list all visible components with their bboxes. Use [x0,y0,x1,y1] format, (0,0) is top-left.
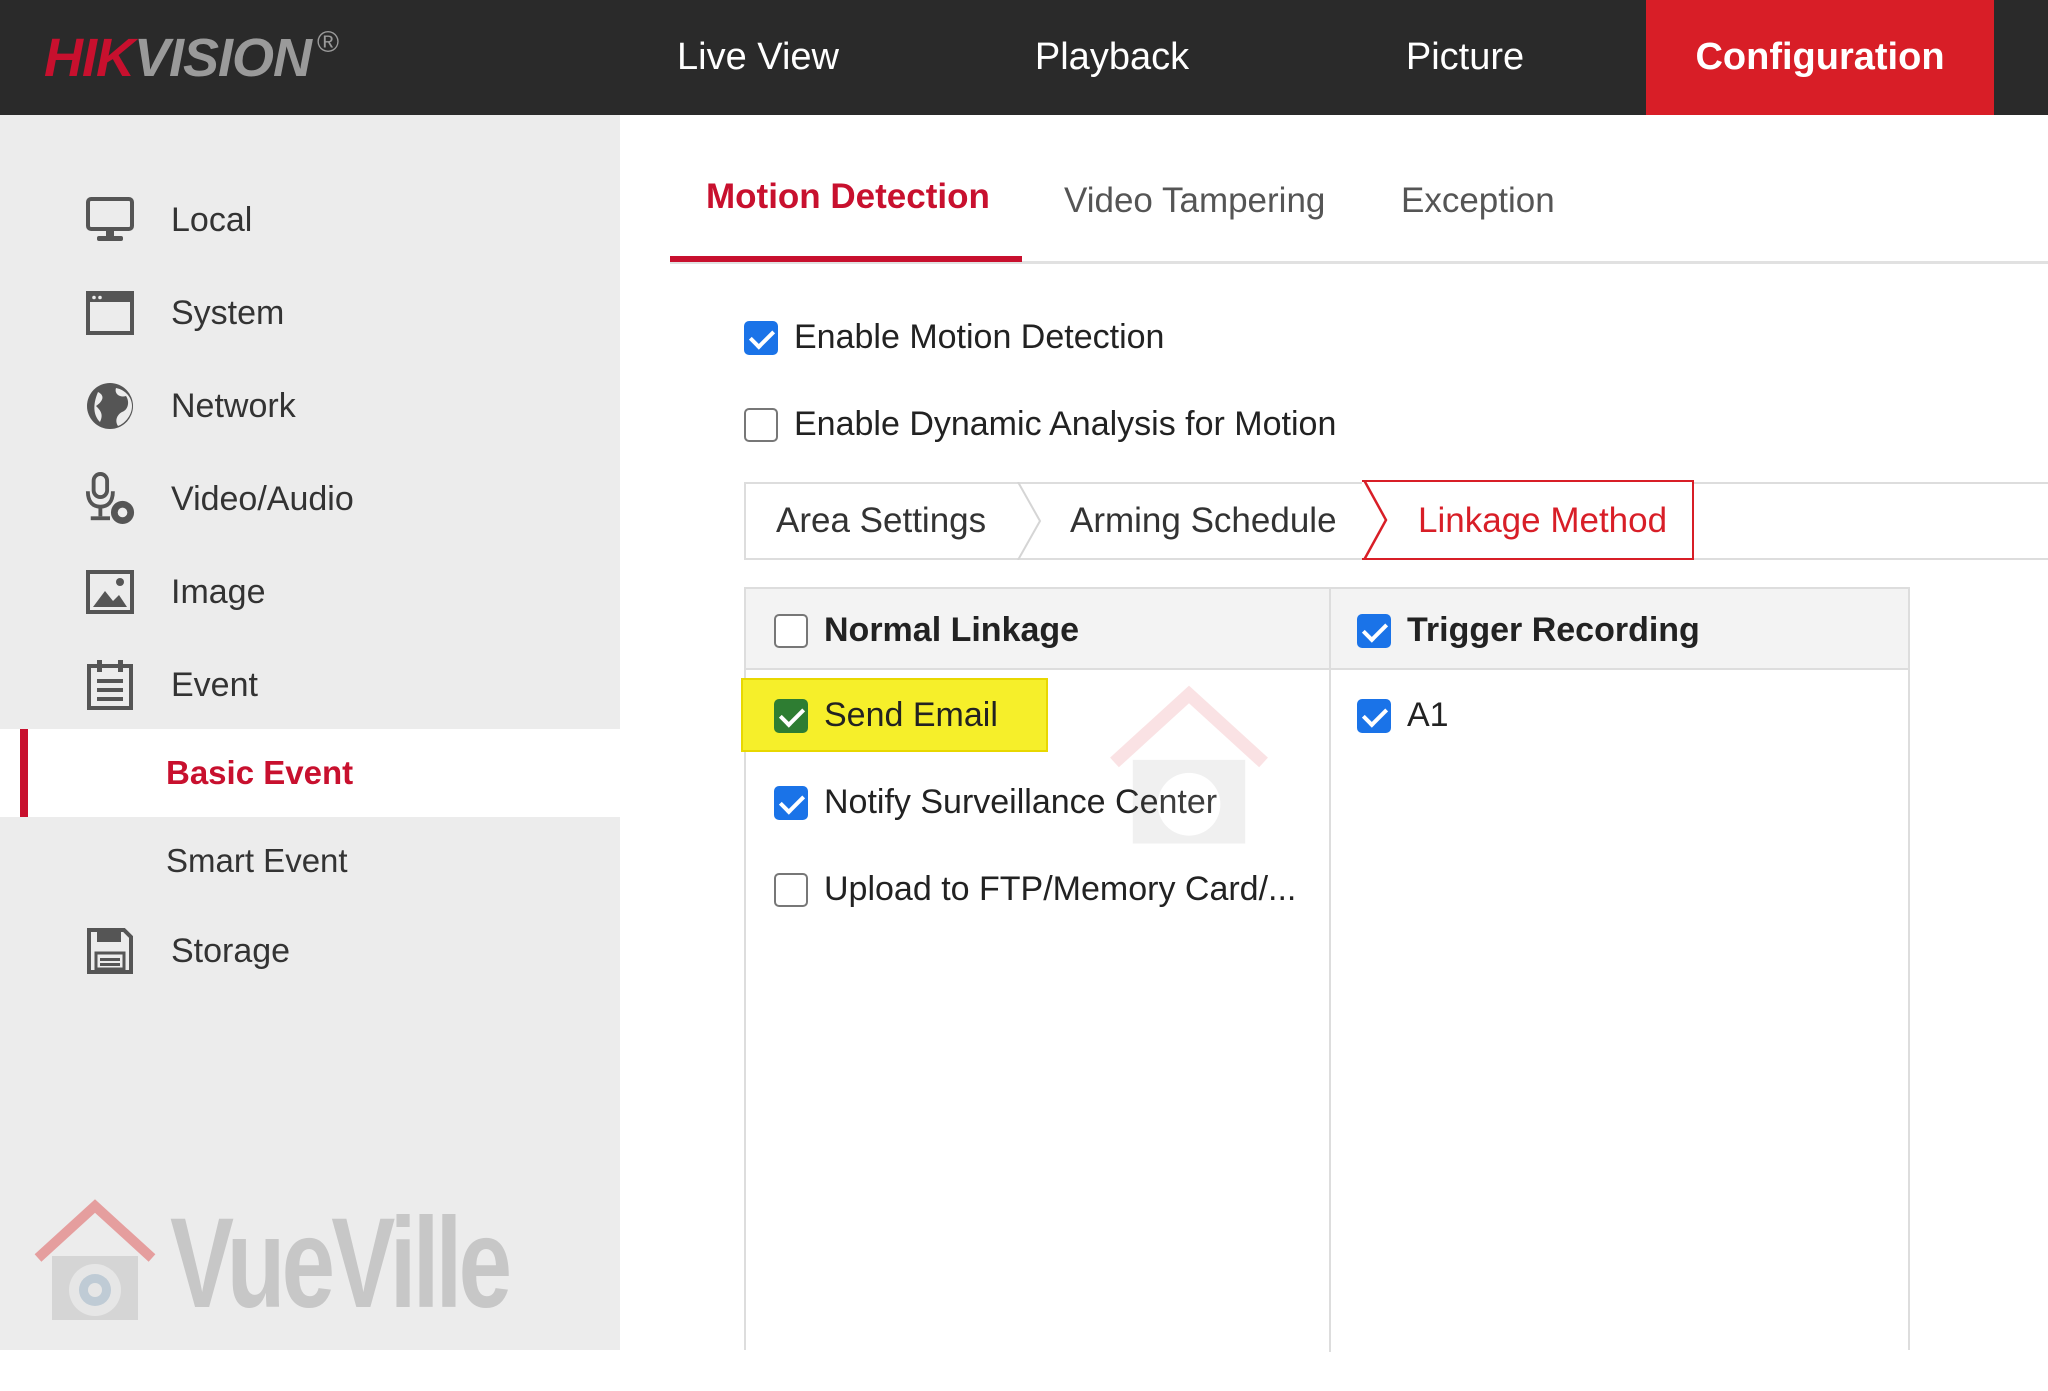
checkbox[interactable] [774,698,808,733]
checkbox[interactable] [774,613,808,648]
upload-ftp-checkbox[interactable]: Upload to FTP/Memory Card/... [774,870,1296,909]
top-nav-bar: HIK VISION ® Live View Playback Picture … [0,0,2048,115]
config-tabs: Motion Detection Video Tampering Excepti… [670,140,2048,264]
logo-brand-grey: VISION [134,28,312,88]
step-linkage-method[interactable]: Linkage Method [1418,484,1667,558]
microphone-camera-icon [84,472,136,525]
logo-brand-red: HIK [44,28,135,88]
checkbox[interactable] [744,320,778,355]
checkbox[interactable] [1357,698,1391,733]
hikvision-logo: HIK VISION ® [44,24,339,94]
sidebar-item-label: Network [171,386,296,425]
chevron-separator-icon [1362,480,1388,560]
step-area-settings[interactable]: Area Settings [776,484,986,558]
setting-steps: Area Settings Arming Schedule Linkage Me… [744,480,2048,560]
normal-linkage-checkbox[interactable]: Normal Linkage [774,611,1079,650]
sidebar-subitem-label: Basic Event [166,754,354,791]
nav-picture[interactable]: Picture [1352,0,1578,115]
sidebar-item-label: System [171,293,285,332]
floppy-disk-icon [84,925,136,977]
column-header-trigger-recording: Trigger Recording [1407,611,1700,649]
sidebar-item-video-audio[interactable]: Video/Audio [0,456,620,542]
sidebar-item-label: Image [171,572,266,611]
sidebar: Local System Network Video/Audio Image E… [0,115,620,1350]
calendar-icon [84,659,136,711]
checkbox-label: Upload to FTP/Memory Card/... [824,870,1297,908]
step-arming-schedule[interactable]: Arming Schedule [1070,484,1337,558]
sidebar-item-label: Video/Audio [171,479,354,518]
sidebar-item-label: Local [171,200,253,239]
checkbox-label: Enable Motion Detection [794,318,1165,356]
column-divider [1329,589,1331,1352]
nav-live-view[interactable]: Live View [638,0,878,115]
active-marker [20,729,28,817]
tab-motion-detection[interactable]: Motion Detection [670,140,1022,262]
monitor-icon [84,194,136,246]
checkbox[interactable] [774,785,808,820]
trigger-recording-checkbox[interactable]: Trigger Recording [1357,611,1700,650]
sidebar-item-event[interactable]: Event [0,642,620,728]
watermark-text: VueVille [170,1191,512,1335]
window-icon [84,287,136,339]
vueville-watermark: VueVille [30,1192,621,1335]
tab-exception[interactable]: Exception [1401,140,1555,262]
checkbox[interactable] [744,407,778,442]
sidebar-item-system[interactable]: System [0,270,620,356]
enable-dynamic-analysis-checkbox[interactable]: Enable Dynamic Analysis for Motion [744,405,1336,444]
sidebar-item-image[interactable]: Image [0,549,620,635]
checkbox-label: Send Email [824,696,998,734]
enable-motion-detection-checkbox[interactable]: Enable Motion Detection [744,318,1164,357]
sidebar-subitem-label: Smart Event [166,842,348,879]
sidebar-item-label: Event [171,665,258,704]
nav-playback[interactable]: Playback [996,0,1228,115]
house-camera-icon [34,1199,156,1320]
checkbox[interactable] [774,872,808,907]
checkbox[interactable] [1357,613,1391,648]
sidebar-subitem-smart-event[interactable]: Smart Event [0,817,620,905]
column-header-normal-linkage: Normal Linkage [824,611,1080,649]
chevron-separator-icon [1017,482,1042,560]
nav-configuration[interactable]: Configuration [1646,0,1994,115]
send-email-checkbox[interactable]: Send Email [774,696,998,735]
registered-mark: ® [317,26,340,59]
channel-a1-checkbox[interactable]: A1 [1357,696,1449,735]
tab-video-tampering[interactable]: Video Tampering [1064,140,1325,262]
sidebar-item-label: Storage [171,931,291,970]
checkbox-label: Enable Dynamic Analysis for Motion [794,405,1337,443]
sidebar-item-network[interactable]: Network [0,363,620,449]
sidebar-item-local[interactable]: Local [0,177,620,263]
checkbox-label: A1 [1407,696,1449,734]
sidebar-subitem-basic-event[interactable]: Basic Event [0,729,620,817]
image-icon [84,566,136,618]
globe-icon [84,380,136,432]
sidebar-item-storage[interactable]: Storage [0,908,620,994]
ghost-house-camera-icon [1110,685,1268,844]
